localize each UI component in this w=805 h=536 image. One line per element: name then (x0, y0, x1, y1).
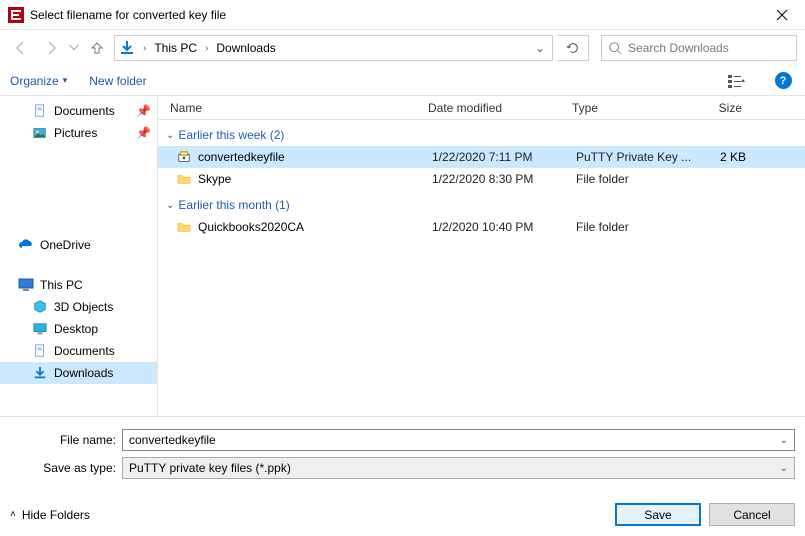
download-folder-icon (119, 40, 135, 56)
group-earlier-month[interactable]: ⌄ Earlier this month (1) (158, 190, 805, 216)
help-button[interactable]: ? (771, 69, 795, 93)
pin-icon: 📌 (136, 126, 151, 140)
sidebar-item-documents[interactable]: Documents 📌 (0, 100, 157, 122)
group-earlier-week[interactable]: ⌄ Earlier this week (2) (158, 120, 805, 146)
putty-key-icon (176, 149, 192, 165)
folder-icon (176, 219, 192, 235)
footer: ˄ Hide Folders Save Cancel (0, 485, 805, 536)
sidebar-label: Documents (54, 104, 115, 118)
dropdown-arrow-icon: ▾ (63, 75, 68, 86)
sidebar-label: Pictures (54, 126, 97, 140)
file-row[interactable]: convertedkeyfile 1/22/2020 7:11 PM PuTTY… (158, 146, 805, 168)
column-date[interactable]: Date modified (428, 101, 572, 115)
address-bar[interactable]: › This PC › Downloads ⌄ (114, 35, 553, 61)
sidebar-label: Documents (54, 344, 115, 358)
refresh-button[interactable] (557, 35, 589, 61)
toolbar: Organize ▾ New folder ? (0, 66, 805, 96)
savetype-select[interactable]: PuTTY private key files (*.ppk) ⌄ (122, 457, 795, 479)
organize-label: Organize (10, 74, 59, 88)
organize-menu[interactable]: Organize ▾ (10, 74, 67, 88)
dropdown-arrow-icon[interactable]: ⌄ (780, 463, 788, 474)
hide-folders-label: Hide Folders (22, 508, 90, 522)
filename-value: convertedkeyfile (129, 433, 780, 447)
hide-folders-button[interactable]: ˄ Hide Folders (10, 508, 90, 522)
help-icon: ? (775, 72, 792, 89)
window-title: Select filename for converted key file (30, 8, 759, 22)
onedrive-icon (18, 237, 34, 253)
breadcrumb-root[interactable]: This PC (150, 41, 201, 55)
sidebar-item-thispc[interactable]: This PC (0, 274, 157, 296)
search-input[interactable]: Search Downloads (601, 35, 797, 61)
documents-icon (32, 103, 48, 119)
sidebar-label: Desktop (54, 322, 98, 336)
body-area: Documents 📌 Pictures 📌 OneDrive This PC … (0, 96, 805, 416)
titlebar: Select filename for converted key file (0, 0, 805, 30)
file-name: Quickbooks2020CA (198, 220, 432, 234)
up-button[interactable] (84, 35, 110, 61)
sidebar-item-pictures[interactable]: Pictures 📌 (0, 122, 157, 144)
recent-dropdown[interactable] (68, 35, 80, 61)
folder-icon (176, 171, 192, 187)
chevron-right-icon: › (139, 43, 150, 54)
address-dropdown[interactable]: ⌄ (530, 41, 550, 55)
forward-button[interactable] (38, 35, 64, 61)
pin-icon: 📌 (136, 104, 151, 118)
breadcrumb-folder[interactable]: Downloads (212, 41, 279, 55)
sidebar-item-desktop[interactable]: Desktop (0, 318, 157, 340)
sidebar-item-3dobjects[interactable]: 3D Objects (0, 296, 157, 318)
file-type: PuTTY Private Key ... (576, 150, 696, 164)
documents-icon (32, 343, 48, 359)
sidebar-label: OneDrive (40, 238, 91, 252)
chevron-up-icon: ˄ (10, 509, 16, 520)
sidebar-item-downloads[interactable]: Downloads (0, 362, 157, 384)
downloads-icon (32, 365, 48, 381)
sidebar-label: Downloads (54, 366, 113, 380)
filename-label: File name: (10, 433, 122, 447)
group-label: Earlier this month (1) (178, 198, 289, 212)
cancel-button[interactable]: Cancel (709, 503, 795, 526)
file-list-area: Name Date modified Type Size ⌄ Earlier t… (158, 96, 805, 416)
savetype-value: PuTTY private key files (*.ppk) (129, 461, 780, 475)
view-options-button[interactable] (725, 69, 749, 93)
navigation-bar: › This PC › Downloads ⌄ Search Downloads (0, 30, 805, 66)
file-name: convertedkeyfile (198, 150, 432, 164)
chevron-down-icon: ⌄ (166, 130, 174, 141)
file-name: Skype (198, 172, 432, 186)
file-date: 1/22/2020 7:11 PM (432, 150, 576, 164)
file-row[interactable]: Skype 1/22/2020 8:30 PM File folder (158, 168, 805, 190)
sidebar-label: 3D Objects (54, 300, 113, 314)
file-row[interactable]: Quickbooks2020CA 1/2/2020 10:40 PM File … (158, 216, 805, 238)
column-headers: Name Date modified Type Size (158, 96, 805, 120)
file-type: File folder (576, 172, 696, 186)
column-type[interactable]: Type (572, 101, 692, 115)
save-button[interactable]: Save (615, 503, 701, 526)
sidebar-item-documents-pc[interactable]: Documents (0, 340, 157, 362)
app-icon (8, 7, 24, 23)
back-button[interactable] (8, 35, 34, 61)
chevron-right-icon: › (201, 43, 212, 54)
chevron-down-icon: ⌄ (166, 200, 174, 211)
search-placeholder: Search Downloads (628, 41, 729, 55)
group-label: Earlier this week (2) (178, 128, 284, 142)
bottom-form: File name: convertedkeyfile ⌄ Save as ty… (0, 416, 805, 479)
file-size: 2 KB (696, 150, 756, 164)
savetype-label: Save as type: (10, 461, 122, 475)
file-date: 1/22/2020 8:30 PM (432, 172, 576, 186)
desktop-icon (32, 321, 48, 337)
column-size[interactable]: Size (692, 101, 752, 115)
pictures-icon (32, 125, 48, 141)
filename-input[interactable]: convertedkeyfile ⌄ (122, 429, 795, 451)
file-date: 1/2/2020 10:40 PM (432, 220, 576, 234)
navigation-pane: Documents 📌 Pictures 📌 OneDrive This PC … (0, 96, 158, 416)
column-name[interactable]: Name (170, 101, 428, 115)
close-button[interactable] (759, 0, 805, 30)
thispc-icon (18, 277, 34, 293)
3dobjects-icon (32, 299, 48, 315)
file-type: File folder (576, 220, 696, 234)
dropdown-arrow-icon[interactable]: ⌄ (780, 435, 788, 446)
sidebar-label: This PC (40, 278, 83, 292)
new-folder-button[interactable]: New folder (89, 74, 146, 88)
sidebar-item-onedrive[interactable]: OneDrive (0, 234, 157, 256)
